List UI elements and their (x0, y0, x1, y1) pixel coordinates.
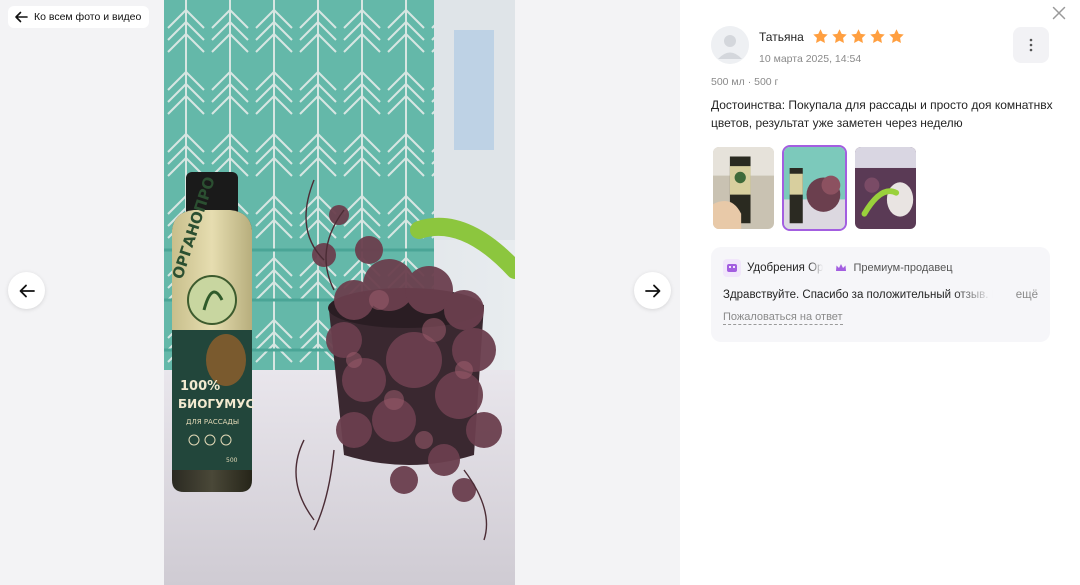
review-text: Достоинства: Покупала для рассады и прос… (711, 98, 1053, 130)
arrow-right-icon (644, 284, 660, 297)
premium-seller-badge: Премиум-продавец (853, 262, 953, 274)
star-icon (851, 29, 866, 44)
bottle-volume-text: 500 (226, 457, 238, 464)
star-icon (832, 29, 847, 44)
bottle-product-text: БИОГУМУС (178, 397, 254, 411)
arrow-left-icon (15, 11, 28, 23)
vertical-dots-icon (1029, 38, 1033, 52)
reviewer-header: Татьяна 10 марта 2025, 14:54 (711, 26, 905, 65)
next-photo-button[interactable] (634, 272, 671, 309)
more-options-button[interactable] (1013, 27, 1049, 63)
review-photo: ОРГАНОПРО 100% БИОГУМУС ДЛЯ РАССАДЫ 500 (164, 0, 515, 585)
review-thumbnails (711, 145, 918, 231)
star-icon (813, 29, 828, 44)
media-viewer: Ко всем фото и видео ОРГАНОПРО 100% БИОГ… (0, 0, 680, 585)
seller-name[interactable]: Удобрения Ор (747, 262, 823, 274)
reviewer-name: Татьяна (759, 29, 804, 44)
close-button[interactable] (1052, 6, 1070, 24)
review-date: 10 марта 2025, 14:54 (759, 53, 862, 65)
rating-stars (812, 28, 905, 45)
back-to-all-media-button[interactable]: Ко всем фото и видео (8, 6, 150, 28)
crown-icon (836, 264, 847, 271)
product-variant: 500 мл · 500 г (711, 76, 779, 88)
show-more-link[interactable]: ещё (1016, 289, 1038, 301)
report-answer-link[interactable]: Пожаловаться на ответ (723, 311, 843, 325)
answer-text: Здравствуйте. Спасибо за положительный о… (723, 289, 993, 301)
avatar (711, 26, 749, 64)
arrow-left-icon (19, 284, 35, 297)
star-icon (889, 29, 904, 44)
close-icon (1052, 6, 1066, 20)
star-icon (870, 29, 885, 44)
thumbnail-2[interactable] (782, 145, 847, 231)
seller-logo (723, 259, 741, 277)
previous-photo-button[interactable] (8, 272, 45, 309)
back-link-label: Ко всем фото и видео (34, 11, 142, 23)
bottle-percent-text: 100% (180, 379, 220, 394)
review-panel: Татьяна 10 марта 2025, 14:54 500 мл · 50… (680, 0, 1080, 585)
bottle-sub-text: ДЛЯ РАССАДЫ (186, 418, 239, 426)
thumbnail-1[interactable] (711, 145, 776, 231)
thumbnail-3[interactable] (853, 145, 918, 231)
store-icon (727, 264, 737, 272)
seller-answer: Удобрения Ор Премиум-продавец Здравствуй… (711, 247, 1050, 342)
user-placeholder-icon (711, 26, 749, 64)
